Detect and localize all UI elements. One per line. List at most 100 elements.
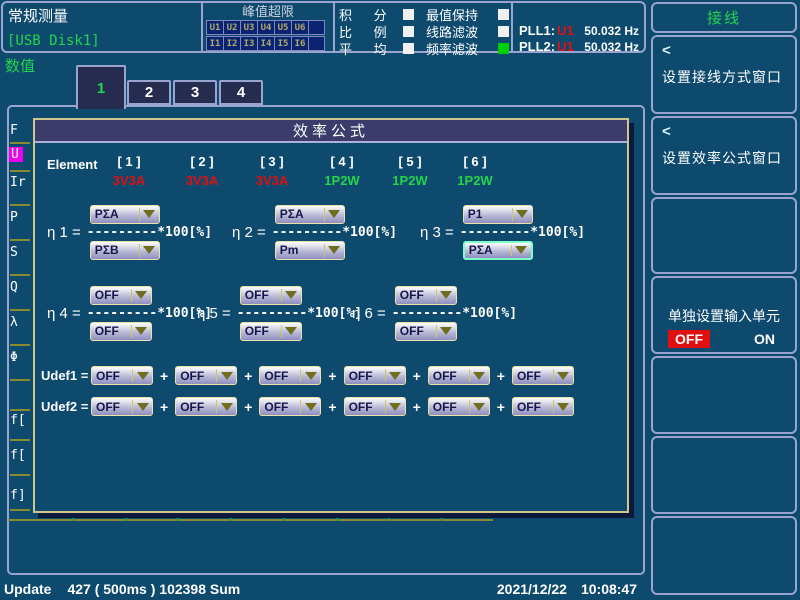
udef2-term-3-dropdown[interactable]: OFF — [259, 397, 321, 416]
averaging-label: 平 均 — [339, 39, 403, 58]
unit-setting-off-option[interactable]: OFF — [668, 330, 710, 348]
element-wiring: 1P2W — [382, 173, 438, 188]
peak-cell-u3: U3 — [240, 20, 258, 35]
sidebar-button-empty-1 — [651, 197, 797, 274]
udef2-term-2-dropdown[interactable]: OFF — [175, 397, 237, 416]
efficiency-window-label: 设置效率公式窗口 — [662, 148, 782, 168]
unit-setting-on-option[interactable]: ON — [754, 331, 775, 347]
plus-sign: + — [328, 368, 336, 384]
eta5-numerator-dropdown[interactable]: OFF — [240, 286, 302, 305]
sidebar-button-empty-3 — [651, 436, 797, 514]
strip-item-freq-i[interactable]: f[ — [10, 448, 26, 463]
eta6-numerator-dropdown[interactable]: OFF — [395, 286, 457, 305]
element-column-4: [ 4 ] 1P2W — [314, 154, 370, 188]
strip-divider — [10, 239, 30, 241]
eta3-numerator-dropdown[interactable]: P1 — [463, 205, 533, 224]
eta6-label: η 6 = — [352, 305, 386, 322]
strip-item-freq-other[interactable]: f] — [10, 488, 26, 503]
averaging-indicator — [403, 43, 414, 54]
peak-cell-i2: I2 — [223, 36, 241, 51]
dropdown-arrow-icon — [217, 403, 236, 411]
eta1-fraction: PΣA ---------*100[%] PΣB — [87, 205, 212, 260]
peak-cell-u2: U2 — [223, 20, 241, 35]
strip-item-voltage-selected[interactable]: U — [9, 147, 23, 162]
peak-cell-u5: U5 — [274, 20, 292, 35]
fraction-bar: --------- — [87, 225, 157, 240]
grid-tick — [125, 516, 127, 521]
eta4-numerator-dropdown[interactable]: OFF — [90, 286, 152, 305]
peak-voltage-row: U1 U2 U3 U4 U5 U6 — [206, 20, 333, 35]
strip-divider — [10, 509, 30, 511]
strip-item-phase-angle[interactable]: Φ — [10, 350, 18, 365]
udef2-term-1-dropdown[interactable]: OFF — [91, 397, 153, 416]
peak-cell-i-blank — [308, 36, 325, 51]
strip-divider — [10, 204, 30, 206]
strip-item-power-factor[interactable]: λ — [10, 315, 18, 330]
strip-item-freq-u[interactable]: f[ — [10, 413, 26, 428]
formula-eta1: η 1 = PΣA ---------*100[%] PΣB — [47, 199, 212, 265]
udef2-term-4-dropdown[interactable]: OFF — [344, 397, 406, 416]
sidebar-title-wiring: 接线 — [651, 2, 797, 33]
udef1-term-2-dropdown[interactable]: OFF — [175, 366, 237, 385]
eta5-denominator-dropdown[interactable]: OFF — [240, 322, 302, 341]
eta2-label: η 2 = — [232, 224, 266, 241]
tab-page-3[interactable]: 3 — [173, 80, 217, 105]
udef1-term-4-dropdown[interactable]: OFF — [344, 366, 406, 385]
udef1-term-1-dropdown[interactable]: OFF — [91, 366, 153, 385]
eta1-numerator-dropdown[interactable]: PΣA — [90, 205, 160, 224]
line-filter-indicator — [498, 26, 509, 37]
element-row-label: Element — [47, 157, 98, 172]
dropdown-arrow-icon — [132, 291, 151, 299]
udef1-term-6-dropdown[interactable]: OFF — [512, 366, 574, 385]
eta1-denominator-dropdown[interactable]: PΣB — [90, 241, 160, 260]
eta3-denominator-dropdown-focused[interactable]: PΣA — [463, 241, 533, 260]
sidebar-button-efficiency-window[interactable]: < 设置效率公式窗口 — [651, 116, 797, 195]
sidebar-unit-setting-box: 单独设置输入单元 OFF ON — [651, 276, 797, 354]
udef1-term-5-dropdown[interactable]: OFF — [428, 366, 490, 385]
efficiency-formula-dialog: 效率公式 Element [ 1 ] 3V3A [ 2 ] 3V3A [ 3 ]… — [33, 118, 629, 513]
udef1-row: Udef1 = OFF + OFF + OFF + OFF + OFF + OF… — [41, 366, 574, 385]
status-bar: Update 427 ( 500ms ) 102398 Sum 2021/12/… — [0, 577, 645, 600]
eta6-denominator-dropdown[interactable]: OFF — [395, 322, 457, 341]
udef2-term-5-dropdown[interactable]: OFF — [428, 397, 490, 416]
dropdown-arrow-icon — [301, 372, 320, 380]
sidebar-button-empty-2 — [651, 356, 797, 434]
element-wiring: 3V3A — [244, 173, 300, 188]
udef2-term-6-dropdown[interactable]: OFF — [512, 397, 574, 416]
element-wiring: 3V3A — [101, 173, 157, 188]
toggle-row: 比 例 线路滤波 — [339, 23, 511, 39]
element-column-2: [ 2 ] 3V3A — [174, 154, 230, 188]
dropdown-arrow-icon — [386, 403, 405, 411]
formula-eta3: η 3 = P1 ---------*100[%] PΣA — [420, 199, 585, 265]
strip-item-reactive-power[interactable]: Q — [10, 280, 18, 295]
dropdown-arrow-icon — [301, 403, 320, 411]
fraction-bar: --------- — [392, 306, 462, 321]
peak-cell-i1: I1 — [206, 36, 224, 51]
udef1-term-3-dropdown[interactable]: OFF — [259, 366, 321, 385]
grid-tick — [336, 516, 338, 521]
strip-item-apparent-power[interactable]: S — [10, 245, 18, 260]
udef1-label: Udef1 = — [41, 368, 91, 383]
strip-item-frequency[interactable]: F — [10, 123, 18, 138]
tab-page-4[interactable]: 4 — [219, 80, 263, 105]
eta2-denominator-dropdown[interactable]: Pm — [275, 241, 345, 260]
update-label: Update — [4, 581, 51, 597]
element-column-5: [ 5 ] 1P2W — [382, 154, 438, 188]
dialog-title: 效率公式 — [35, 120, 627, 143]
strip-item-current[interactable]: Ir — [10, 175, 26, 190]
dropdown-arrow-icon — [325, 246, 344, 254]
grid-tick — [177, 516, 179, 521]
element-column-6: [ 6 ] 1P2W — [447, 154, 503, 188]
eta4-denominator-dropdown[interactable]: OFF — [90, 322, 152, 341]
peak-cell-i5: I5 — [274, 36, 292, 51]
status-date: 2021/12/22 — [497, 581, 567, 597]
pll2-frequency: 50.032 Hz — [584, 40, 639, 54]
sidebar-button-wiring-window[interactable]: < 设置接线方式窗口 — [651, 35, 797, 114]
tab-page-1-active[interactable]: 1 — [76, 65, 126, 109]
eta2-numerator-dropdown[interactable]: PΣA — [275, 205, 345, 224]
tab-page-2[interactable]: 2 — [127, 80, 171, 105]
measurement-mode-label: 常规测量 — [8, 5, 68, 26]
strip-item-active-power[interactable]: P — [10, 210, 18, 225]
header-info-section: 常规测量 [USB Disk1] — [3, 3, 203, 51]
instrument-screen: 常规测量 [USB Disk1] 峰值超限 U1 U2 U3 U4 U5 U6 … — [0, 0, 800, 600]
